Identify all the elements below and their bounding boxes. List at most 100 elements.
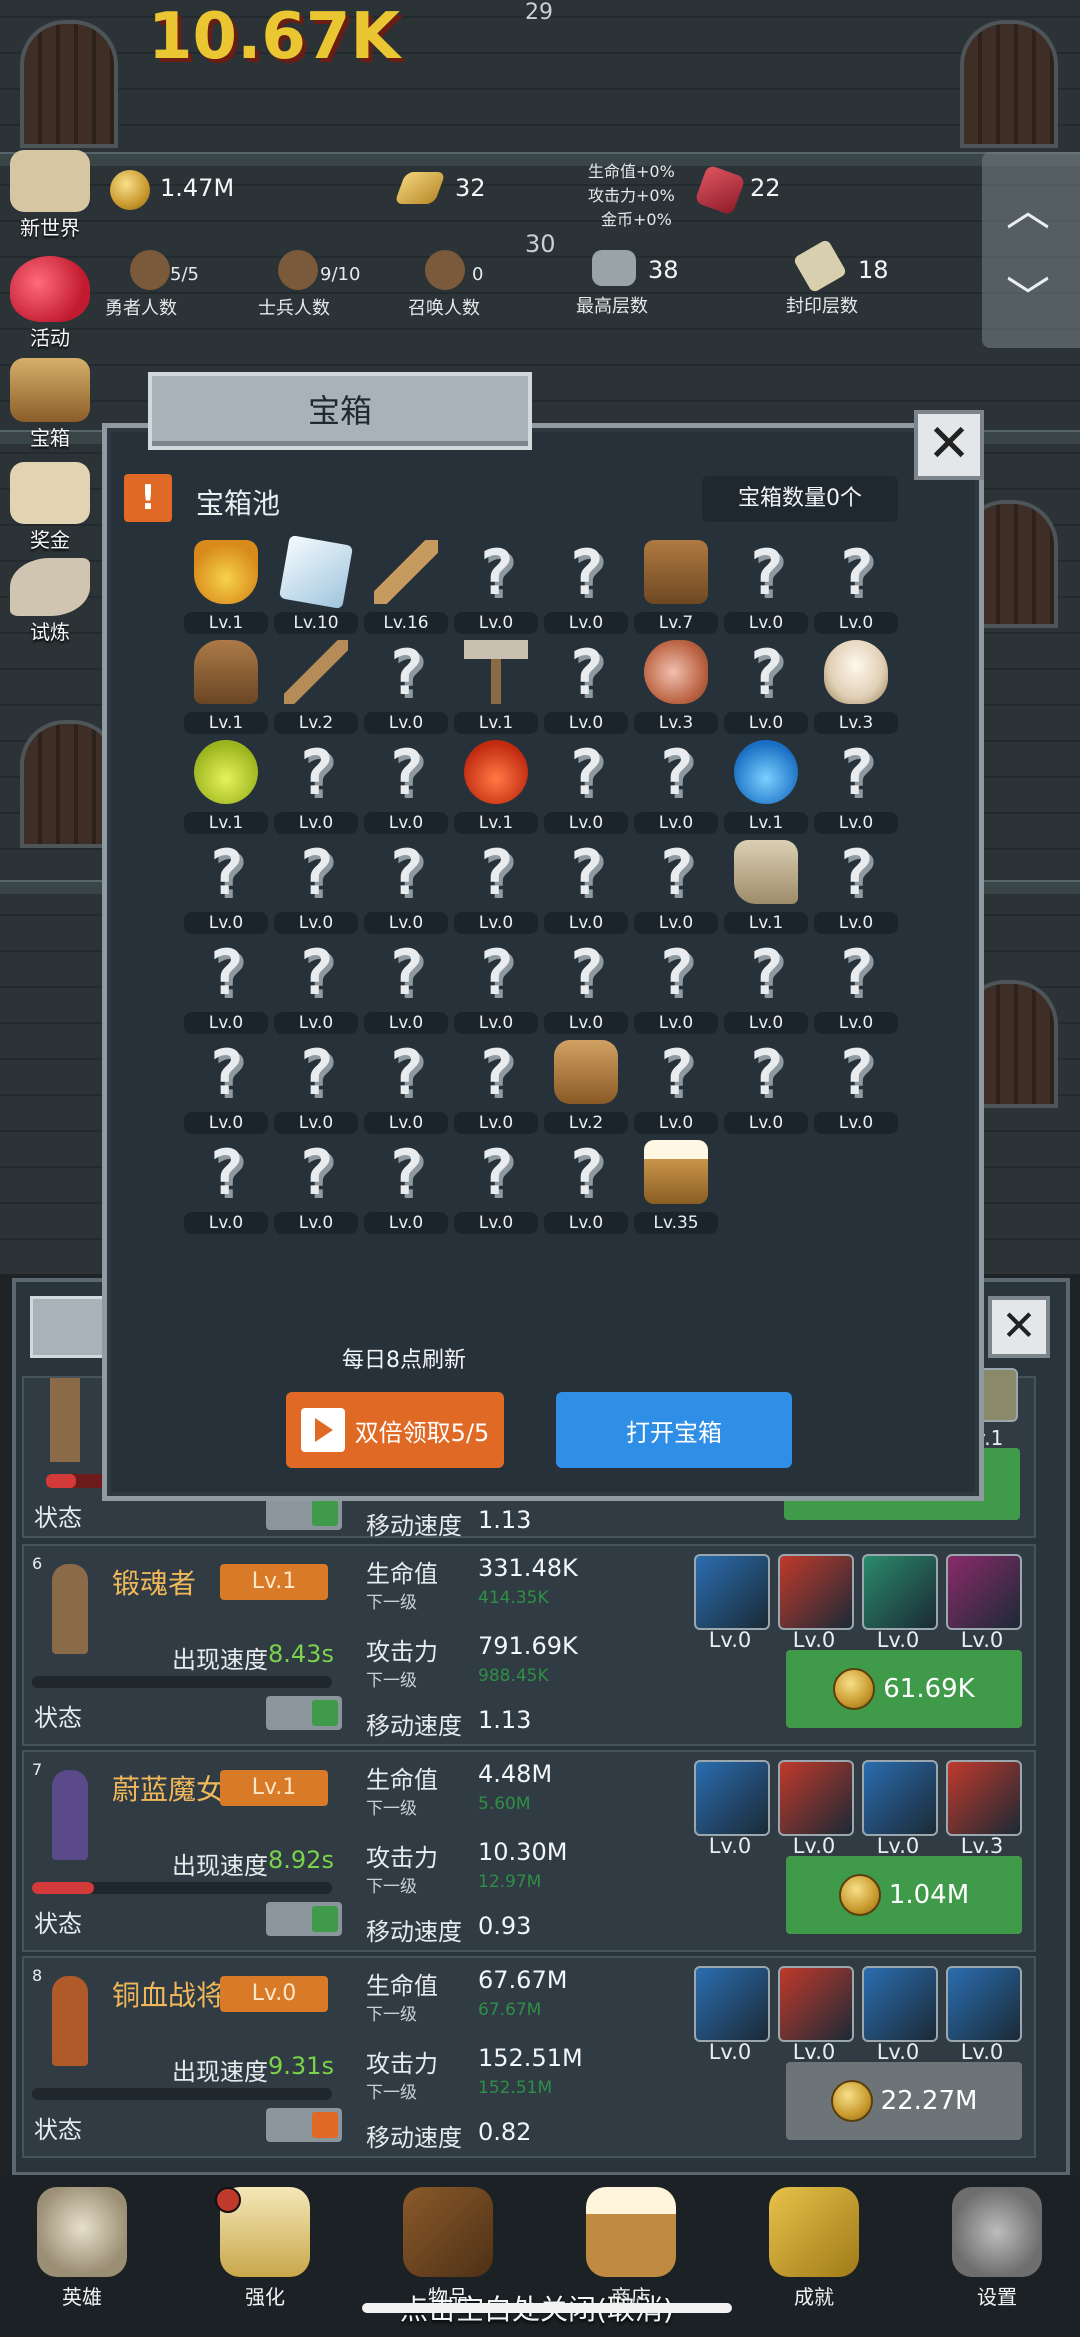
pool-item[interactable]: ? Lv.0 xyxy=(454,536,538,638)
upgrade-button[interactable]: 22.27M xyxy=(786,2062,1022,2140)
pool-item[interactable]: ? Lv.0 xyxy=(364,736,448,838)
pool-item[interactable]: ? Lv.0 xyxy=(184,936,268,1038)
skill-icon[interactable] xyxy=(694,1966,770,2042)
pool-item[interactable]: Lv.1 xyxy=(184,540,268,638)
pool-item[interactable]: ? Lv.0 xyxy=(274,736,358,838)
hp-next-label: 下一级 xyxy=(366,1593,417,1613)
open-chest-button[interactable]: 打开宝箱 xyxy=(556,1392,792,1468)
pool-item[interactable]: ? Lv.0 xyxy=(544,1136,628,1238)
pool-item[interactable]: ? Lv.0 xyxy=(814,1036,898,1138)
pool-item[interactable]: ? Lv.0 xyxy=(184,1036,268,1138)
pool-item[interactable]: ? Lv.0 xyxy=(814,936,898,1038)
pool-item[interactable]: ? Lv.0 xyxy=(544,736,628,838)
pool-item[interactable]: ? Lv.0 xyxy=(274,836,358,938)
pool-item[interactable]: ? Lv.0 xyxy=(544,536,628,638)
pool-item[interactable]: ? Lv.0 xyxy=(724,535,808,638)
pool-item[interactable]: Lv.3 xyxy=(634,640,718,738)
pool-item[interactable]: ? Lv.0 xyxy=(274,1036,358,1138)
skill-icon[interactable] xyxy=(862,1554,938,1630)
pool-item[interactable]: Lv.1 xyxy=(184,640,268,738)
nav-heroes[interactable]: 英雄 xyxy=(22,2187,142,2310)
upgrade-button[interactable]: 1.04M xyxy=(786,1856,1022,1934)
double-claim-button[interactable]: 双倍领取5/5 xyxy=(286,1392,504,1468)
item-level: Lv.0 xyxy=(814,1012,898,1034)
sidebar-bonus[interactable]: 奖金 xyxy=(4,462,96,553)
pool-item[interactable]: ? Lv.0 xyxy=(364,935,448,1038)
skill-icon[interactable] xyxy=(694,1760,770,1836)
sidebar-activity[interactable]: 活动 xyxy=(4,256,96,351)
pool-item[interactable]: ? Lv.0 xyxy=(364,836,448,938)
status-toggle[interactable] xyxy=(266,1696,342,1730)
pool-item[interactable]: ? Lv.0 xyxy=(724,1036,808,1138)
skill-icon[interactable] xyxy=(946,1760,1022,1836)
pool-item[interactable]: Lv.16 xyxy=(364,540,448,638)
pool-item[interactable]: ? Lv.0 xyxy=(274,1136,358,1238)
move-speed-label: 移动速度 xyxy=(366,1712,462,1740)
question-mark-icon: ? xyxy=(747,535,785,609)
skill-icon[interactable] xyxy=(946,1554,1022,1630)
sidebar-trial[interactable]: 试炼 xyxy=(4,558,96,645)
pool-item[interactable]: ? Lv.0 xyxy=(544,936,628,1038)
pool-item[interactable]: ? Lv.0 xyxy=(814,536,898,638)
pool-item[interactable]: ? Lv.0 xyxy=(634,1036,718,1138)
pool-item[interactable]: ? Lv.0 xyxy=(814,836,898,938)
feather-icon xyxy=(10,558,90,616)
pool-item[interactable]: Lv.1 xyxy=(184,740,268,838)
hero-count-icon xyxy=(130,250,170,290)
skill-icon[interactable] xyxy=(694,1554,770,1630)
pool-item[interactable]: Lv.35 xyxy=(634,1140,718,1238)
pool-item[interactable]: Lv.3 xyxy=(814,640,898,738)
skill-icon[interactable] xyxy=(862,1966,938,2042)
pool-item[interactable]: ? Lv.0 xyxy=(274,936,358,1038)
scroll-down-icon[interactable]: ﹀ xyxy=(1006,262,1050,326)
pool-item[interactable]: ? Lv.0 xyxy=(454,936,538,1038)
pool-item[interactable]: Lv.2 xyxy=(274,640,358,738)
pool-item[interactable]: ? Lv.0 xyxy=(634,936,718,1038)
sidebar-chest[interactable]: 宝箱 xyxy=(4,358,96,451)
pool-item[interactable]: ? Lv.0 xyxy=(454,1036,538,1138)
pool-item[interactable]: Lv.7 xyxy=(634,540,718,638)
pool-item[interactable]: ? Lv.0 xyxy=(454,836,538,938)
pool-item[interactable]: Lv.2 xyxy=(544,1040,628,1138)
pool-item[interactable]: Lv.1 xyxy=(724,840,808,938)
skill-icon[interactable] xyxy=(778,1760,854,1836)
pool-item[interactable]: ? Lv.0 xyxy=(724,936,808,1038)
skill-icon[interactable] xyxy=(862,1760,938,1836)
pool-item[interactable]: Lv.10 xyxy=(274,534,358,638)
pool-item[interactable]: ? Lv.0 xyxy=(634,836,718,938)
spawn-speed-value: 9.31s xyxy=(268,2052,334,2080)
item-level: Lv.0 xyxy=(184,1112,268,1134)
pool-item[interactable]: ? Lv.0 xyxy=(724,636,808,738)
pool-item[interactable]: ? Lv.0 xyxy=(544,635,628,738)
sidebar-new-world[interactable]: 新世界 xyxy=(4,150,96,241)
pool-item[interactable]: Lv.1 xyxy=(454,640,538,738)
pool-item[interactable]: ? Lv.0 xyxy=(364,1136,448,1238)
pool-item[interactable]: Lv.1 xyxy=(454,740,538,838)
question-mark-icon: ? xyxy=(567,635,605,709)
pool-item[interactable]: ? Lv.0 xyxy=(634,736,718,838)
skill-icon[interactable] xyxy=(778,1554,854,1630)
pool-item[interactable]: ? Lv.0 xyxy=(364,1036,448,1138)
nav-settings[interactable]: 设置 xyxy=(937,2187,1057,2310)
scroll-up-icon[interactable]: ︿ xyxy=(1006,174,1050,238)
nav-upgrade[interactable]: 强化 xyxy=(205,2187,325,2310)
status-toggle[interactable] xyxy=(266,1496,342,1530)
pool-item[interactable]: ? Lv.0 xyxy=(454,1136,538,1238)
spawn-speed-label: 出现速度 xyxy=(172,1852,268,1880)
pool-item[interactable]: ? Lv.0 xyxy=(184,836,268,938)
modal-close-icon[interactable]: ✕ xyxy=(914,410,984,480)
pool-item[interactable]: ? Lv.0 xyxy=(814,736,898,838)
pool-item[interactable]: ? Lv.0 xyxy=(184,1136,268,1238)
nav-achievements[interactable]: 成就 xyxy=(754,2187,874,2310)
pool-item[interactable]: ? Lv.0 xyxy=(364,636,448,738)
skill-icon[interactable] xyxy=(946,1966,1022,2042)
pool-item[interactable]: Lv.1 xyxy=(724,740,808,838)
hero-panel-close-icon[interactable]: ✕ xyxy=(988,1296,1050,1358)
skill-icon[interactable] xyxy=(778,1966,854,2042)
home-indicator xyxy=(362,2303,732,2313)
status-toggle[interactable] xyxy=(266,2108,342,2142)
pool-item[interactable]: ? Lv.0 xyxy=(544,836,628,938)
question-mark-icon: ? xyxy=(387,935,425,1009)
status-toggle[interactable] xyxy=(266,1902,342,1936)
upgrade-button[interactable]: 61.69K xyxy=(786,1650,1022,1728)
